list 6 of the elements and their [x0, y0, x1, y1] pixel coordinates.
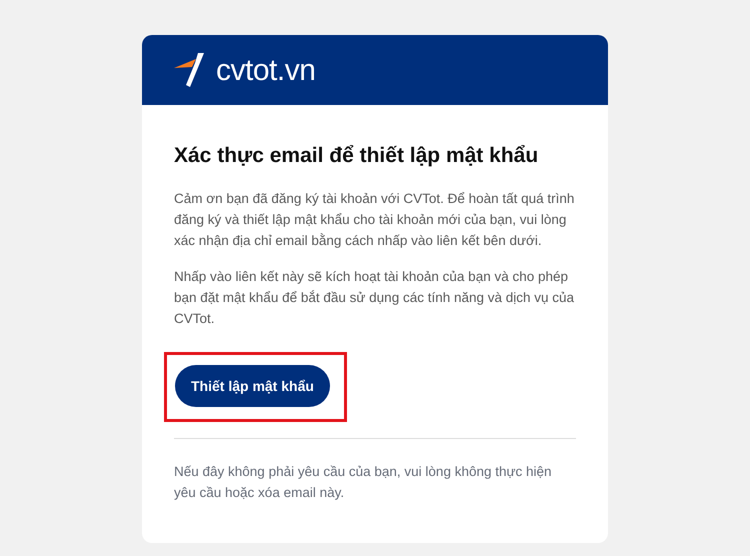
email-title: Xác thực email để thiết lập mật khẩu [174, 143, 540, 168]
logo-text: cvtot.vn [216, 52, 316, 88]
set-password-button[interactable]: Thiết lập mật khẩu [175, 365, 330, 408]
body-paragraph: Cảm ơn bạn đã đăng ký tài khoản với CVTot. Để hoàn tất quá trình đăng ký và thiết lập mật khẩu cho tài khoản mới của bạn, vui lòng xác nhận địa chỉ email bằng cách nhấp vào liên kết bên dưới. [174, 190, 576, 250]
body-paragraph: Nhấp vào liên kết này sẽ kích hoạt tài khoản của bạn và cho phép bạn đặt mật khẩu để bắt đầu sử dụng các tính năng và dịch vụ của CVTot. [174, 268, 576, 328]
footer-note: Nếu đây không phải yêu cầu của bạn, vui lòng không thực hiện yêu cầu hoặc xóa email này. [174, 463, 553, 502]
